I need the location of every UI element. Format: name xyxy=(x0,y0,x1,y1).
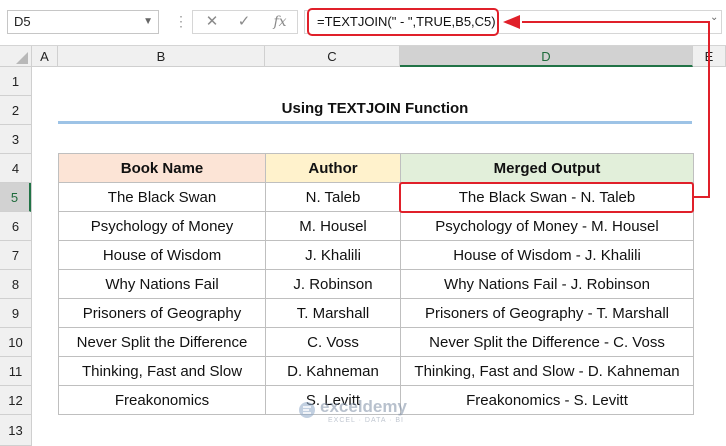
callout-arrow-icon xyxy=(503,15,710,198)
watermark-tagline: EXCEL · DATA · BI xyxy=(328,417,404,424)
watermark-brand: exceldemy xyxy=(320,397,407,416)
watermark: exceldemy EXCEL · DATA · BI xyxy=(298,397,448,427)
exceldemy-logo-icon xyxy=(299,402,315,418)
